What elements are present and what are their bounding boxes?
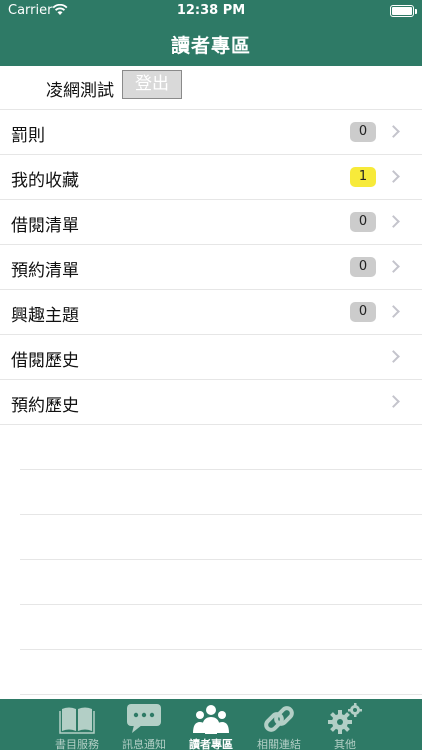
menu-item-label: 罰則	[11, 126, 45, 146]
page-title: 讀者專區	[170, 34, 251, 57]
empty-row	[20, 425, 422, 470]
tab-catalog-services[interactable]: 書目服務	[43, 699, 111, 750]
empty-row	[20, 650, 422, 695]
link-icon	[264, 706, 294, 732]
menu-item-label: 預約歷史	[11, 396, 79, 416]
reader-menu-list: 罰則 0 我的收藏 1 借閱清單 0 預約清單 0 興趣主題 0 借閱歷史 預約…	[0, 110, 422, 425]
empty-table-rows	[0, 425, 422, 695]
empty-row	[20, 470, 422, 515]
menu-item-label: 借閱清單	[11, 216, 79, 236]
status-time: 12:38 PM	[176, 3, 246, 18]
menu-item-label: 借閱歷史	[11, 351, 79, 371]
chevron-right-icon	[387, 350, 400, 363]
count-badge: 1	[350, 167, 376, 187]
chat-bubble-icon	[127, 704, 161, 733]
gears-icon	[328, 703, 362, 734]
tab-label: 其他	[334, 738, 356, 750]
count-badge: 0	[350, 122, 376, 142]
menu-item-reservation-list[interactable]: 預約清單 0	[0, 245, 422, 290]
user-name: 凌網測試	[46, 81, 114, 101]
logout-button[interactable]: 登出	[122, 70, 182, 99]
chevron-right-icon	[387, 125, 400, 138]
navigation-bar: 讀者專區	[0, 22, 422, 66]
battery-icon	[390, 5, 417, 17]
tab-notifications[interactable]: 訊息通知	[110, 699, 178, 750]
book-icon	[59, 707, 95, 734]
menu-item-interest-topics[interactable]: 興趣主題 0	[0, 290, 422, 335]
count-badge: 0	[350, 257, 376, 277]
tab-reader-area[interactable]: 讀者專區	[177, 699, 245, 750]
status-bar: Carrier 12:38 PM	[0, 0, 422, 22]
tab-bar: 書目服務 訊息通知 讀者專區 相關連結 其他	[0, 699, 422, 750]
empty-row	[20, 605, 422, 650]
tab-label: 訊息通知	[122, 738, 166, 750]
tab-others[interactable]: 其他	[311, 699, 379, 750]
tab-label: 讀者專區	[189, 738, 233, 750]
tab-label: 書目服務	[55, 738, 99, 750]
chevron-right-icon	[387, 395, 400, 408]
chevron-right-icon	[387, 170, 400, 183]
menu-item-label: 興趣主題	[11, 306, 79, 326]
menu-item-borrowing-history[interactable]: 借閱歷史	[0, 335, 422, 380]
tab-related-links[interactable]: 相關連結	[245, 699, 313, 750]
menu-item-reservation-history[interactable]: 預約歷史	[0, 380, 422, 425]
menu-item-label: 我的收藏	[11, 171, 79, 191]
chevron-right-icon	[387, 215, 400, 228]
chevron-right-icon	[387, 260, 400, 273]
count-badge: 0	[350, 212, 376, 232]
menu-item-penalties[interactable]: 罰則 0	[0, 110, 422, 155]
empty-row	[20, 560, 422, 605]
empty-row	[20, 515, 422, 560]
count-badge: 0	[350, 302, 376, 322]
chevron-right-icon	[387, 305, 400, 318]
menu-item-label: 預約清單	[11, 261, 79, 281]
tab-label: 相關連結	[257, 738, 301, 750]
menu-item-borrowing-list[interactable]: 借閱清單 0	[0, 200, 422, 245]
menu-item-favorites[interactable]: 我的收藏 1	[0, 155, 422, 200]
user-row: 凌網測試 登出	[0, 66, 422, 110]
users-icon	[193, 705, 229, 734]
